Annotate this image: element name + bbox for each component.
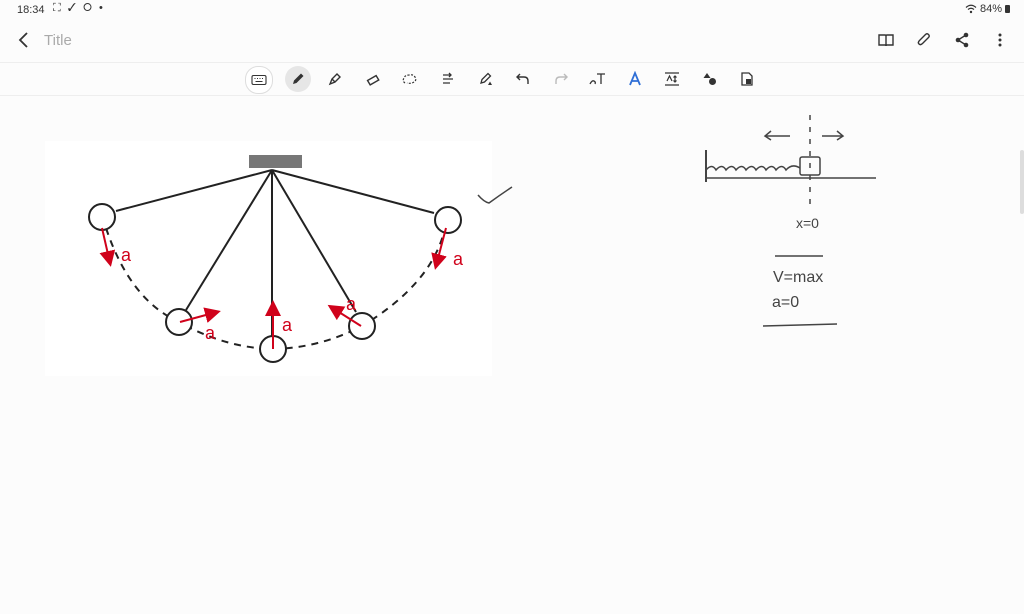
accel-label-left-far: a bbox=[121, 245, 132, 265]
handwritten-checkmark bbox=[477, 186, 513, 204]
string-right-far bbox=[271, 169, 435, 214]
accel-label-left-mid: a bbox=[205, 323, 216, 343]
accel-label-right-far: a bbox=[453, 249, 464, 269]
left-arrow bbox=[763, 130, 790, 141]
pendulum-diagram: a a a a a bbox=[88, 155, 464, 363]
handwritten-divider-bottom bbox=[762, 323, 838, 327]
string-left-far bbox=[115, 169, 273, 212]
bob-left-mid bbox=[165, 308, 193, 336]
bob-left-far bbox=[88, 203, 116, 231]
accel-label-right-mid: a bbox=[346, 294, 357, 314]
accel-arrow-right-far bbox=[431, 227, 447, 270]
right-arrow bbox=[822, 130, 845, 141]
acceleration-note: a=0 bbox=[772, 294, 799, 311]
spring-mass-sketch bbox=[705, 115, 876, 210]
string-left-mid bbox=[185, 169, 273, 311]
pendulum-ceiling-mount bbox=[249, 155, 302, 168]
spring-coil bbox=[705, 165, 801, 172]
accel-label-center: a bbox=[282, 315, 293, 335]
bob-right-mid bbox=[348, 312, 376, 340]
note-canvas[interactable]: a a a a a x=0 V=max a=0 bbox=[0, 0, 1024, 614]
bob-right-far bbox=[434, 206, 462, 234]
string-right-mid bbox=[271, 169, 357, 313]
equilibrium-label: x=0 bbox=[796, 215, 819, 231]
velocity-note: V=max bbox=[773, 269, 823, 286]
swing-arc bbox=[105, 227, 445, 351]
